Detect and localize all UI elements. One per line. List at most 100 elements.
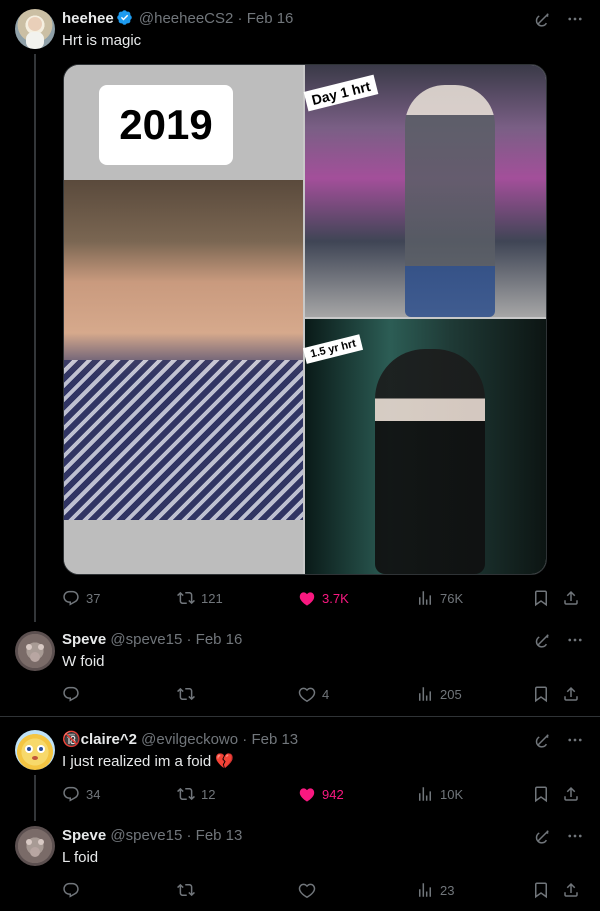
like-button[interactable] [298, 881, 322, 899]
grok-icon[interactable] [534, 631, 552, 649]
bookmark-icon [532, 785, 550, 803]
like-count: 3.7K [322, 590, 349, 606]
grok-icon[interactable] [534, 827, 552, 845]
timestamp[interactable]: Feb 13 [251, 731, 298, 748]
handle[interactable]: @evilgeckowo [141, 731, 238, 748]
photo-2019-shirt [64, 360, 303, 520]
photo-day1 [405, 85, 495, 317]
display-name[interactable]: 🔞claire^2 [62, 731, 137, 748]
reply-button[interactable] [62, 881, 86, 899]
timestamp[interactable]: Feb 13 [196, 827, 243, 844]
tweet-actions: 23 [62, 881, 586, 901]
repost-icon [177, 785, 195, 803]
bookmark-icon [532, 881, 550, 899]
views-button[interactable]: 76K [416, 589, 463, 607]
caption-day1: Day 1 hrt [303, 74, 379, 112]
media-panel-top-right[interactable]: Day 1 hrt [303, 65, 546, 317]
repost-button[interactable]: 12 [177, 785, 215, 803]
bookmark-button[interactable] [532, 881, 550, 899]
tweet-text: W foid [62, 653, 105, 670]
display-name[interactable]: Speve [62, 827, 106, 844]
avatar[interactable] [15, 631, 55, 671]
handle[interactable]: @speve15 [110, 827, 182, 844]
avatar-image-icon [26, 17, 44, 49]
views-button[interactable]: 205 [416, 685, 462, 703]
tweet-reply[interactable]: Speve @speve15 · Feb 16 W foid 4 205 [0, 620, 600, 716]
tweet-text: L foid [62, 849, 99, 866]
views-button[interactable]: 23 [416, 881, 454, 899]
display-name[interactable]: heehee [62, 10, 114, 27]
grok-icon[interactable] [534, 10, 552, 28]
reply-icon [62, 881, 80, 899]
like-button[interactable]: 3.7K [298, 589, 349, 607]
bookmark-button[interactable] [532, 685, 550, 703]
reply-button[interactable] [62, 685, 86, 703]
avatar[interactable] [15, 9, 55, 49]
tweet-actions: 4 205 [62, 685, 586, 705]
repost-button[interactable]: 121 [177, 589, 223, 607]
bookmark-button[interactable] [532, 785, 550, 803]
reply-icon [62, 589, 80, 607]
share-icon [562, 785, 580, 803]
media-panel-bottom-right[interactable]: 1.5 yr hrt [302, 319, 546, 574]
view-count: 23 [440, 882, 455, 898]
tweet-media[interactable]: 2019 Day 1 hrt 1.5 yr hrt [63, 64, 547, 575]
like-count: 942 [322, 786, 344, 802]
share-button[interactable] [562, 785, 580, 803]
handle[interactable]: @heeheeCS2 [139, 10, 233, 27]
separator-dot: · [186, 827, 192, 844]
year-label: 2019 [99, 85, 233, 165]
reply-count: 34 [86, 786, 101, 802]
tweet-header: 🔞claire^2 @evilgeckowo · Feb 13 [62, 730, 298, 750]
grok-icon[interactable] [534, 731, 552, 749]
bookmark-icon [532, 685, 550, 703]
separator-dot: · [186, 631, 192, 648]
share-icon [562, 685, 580, 703]
avatar[interactable] [15, 730, 55, 770]
media-panel-left[interactable]: 2019 [64, 65, 303, 574]
reply-button[interactable]: 37 [62, 589, 100, 607]
repost-count: 12 [201, 786, 216, 802]
more-icon[interactable] [566, 631, 584, 649]
tweet-top-actions [534, 827, 584, 845]
bookmark-icon [532, 589, 550, 607]
tweet-thread-2[interactable]: 🔞claire^2 @evilgeckowo · Feb 13 I just r… [0, 717, 600, 821]
repost-button[interactable] [177, 685, 201, 703]
like-button[interactable]: 4 [298, 685, 329, 703]
like-icon [298, 881, 316, 899]
display-name[interactable]: Speve [62, 631, 106, 648]
repost-button[interactable] [177, 881, 201, 899]
tweet-text: Hrt is magic [62, 32, 142, 49]
tweet-actions: 37 121 3.7K 76K [62, 589, 586, 609]
more-icon[interactable] [566, 827, 584, 845]
caption-1-5-yr: 1.5 yr hrt [302, 334, 364, 364]
reply-button[interactable]: 34 [62, 785, 100, 803]
timestamp[interactable]: Feb 16 [247, 10, 294, 27]
verified-icon [116, 9, 133, 26]
photo-1-5-yr [375, 349, 485, 574]
more-icon[interactable] [566, 731, 584, 749]
tweet-header: Speve @speve15 · Feb 16 [62, 630, 242, 650]
more-icon[interactable] [566, 10, 584, 28]
tweet-main[interactable]: heehee @heeheeCS2 · Feb 16 Hrt is magic … [0, 0, 600, 622]
bookmark-button[interactable] [532, 589, 550, 607]
tweet-header: Speve @speve15 · Feb 13 [62, 826, 242, 846]
avatar-image-icon [25, 745, 45, 760]
avatar[interactable] [15, 826, 55, 866]
thread-line [34, 54, 36, 622]
views-icon [416, 785, 434, 803]
tweet-text: I just realized im a foid 💔 [62, 753, 235, 770]
views-button[interactable]: 10K [416, 785, 463, 803]
repost-icon [177, 589, 195, 607]
separator-dot: · [242, 731, 248, 748]
tweet-header: heehee @heeheeCS2 · Feb 16 [62, 9, 293, 29]
share-button[interactable] [562, 881, 580, 899]
share-button[interactable] [562, 589, 580, 607]
share-button[interactable] [562, 685, 580, 703]
handle[interactable]: @speve15 [110, 631, 182, 648]
like-icon [298, 685, 316, 703]
tweet-reply-2[interactable]: Speve @speve15 · Feb 13 L foid 23 [0, 813, 600, 911]
like-button[interactable]: 942 [298, 785, 344, 803]
timestamp[interactable]: Feb 16 [196, 631, 243, 648]
reply-icon [62, 685, 80, 703]
